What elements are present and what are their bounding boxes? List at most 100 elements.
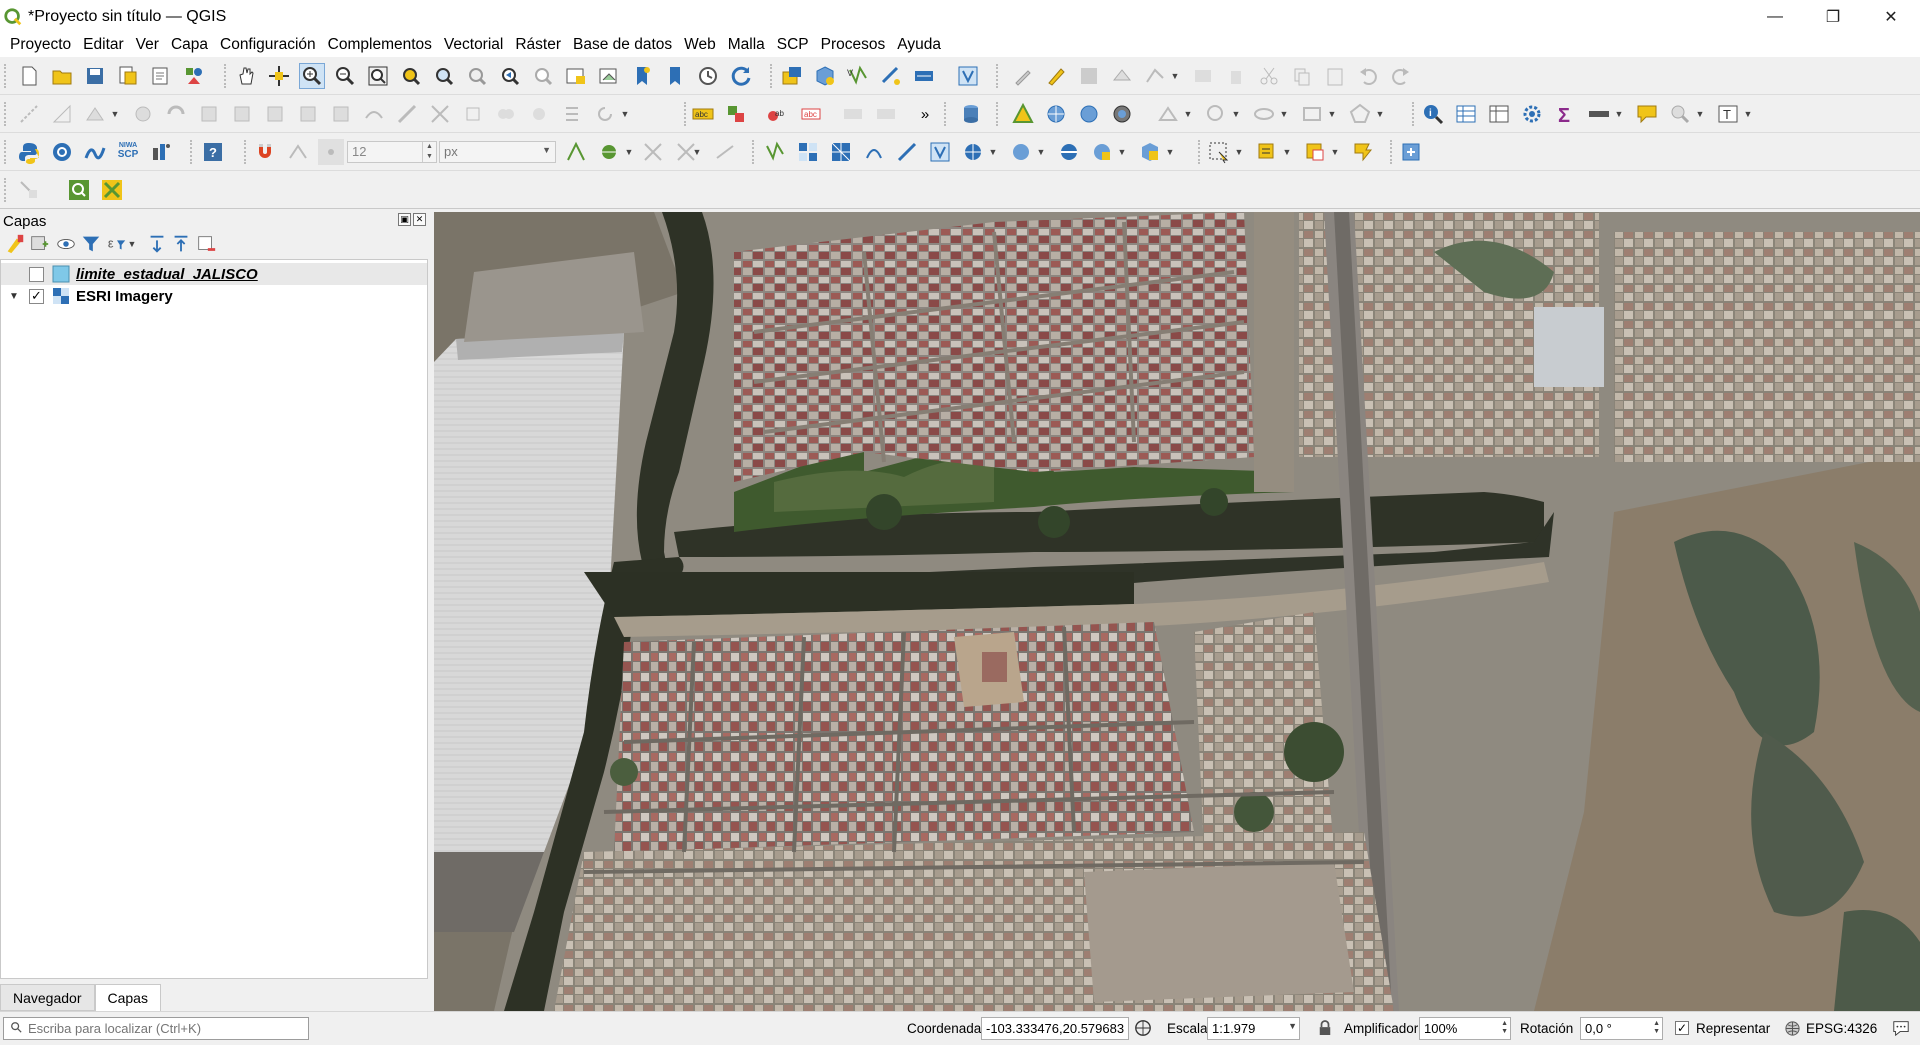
menu-vectorial[interactable]: Vectorial bbox=[438, 36, 509, 54]
plugin-manager-icon[interactable] bbox=[1398, 139, 1424, 165]
toolbar-grip[interactable] bbox=[244, 140, 248, 164]
zoom-full-icon[interactable] bbox=[365, 63, 391, 89]
collapse-arrow-icon[interactable]: ▼ bbox=[7, 291, 21, 302]
wfs-layer-icon[interactable] bbox=[1076, 101, 1102, 127]
add-ellipse-icon[interactable] bbox=[1251, 101, 1277, 127]
cut-features-icon[interactable] bbox=[1256, 63, 1282, 89]
add-feature-icon[interactable] bbox=[1109, 63, 1135, 89]
reshape-icon[interactable] bbox=[295, 101, 321, 127]
zoom-out-icon[interactable] bbox=[332, 63, 358, 89]
new-3d-map-view-icon[interactable] bbox=[596, 63, 622, 89]
digitize-icon[interactable] bbox=[16, 101, 42, 127]
menu-capa[interactable]: Capa bbox=[165, 36, 214, 54]
rotate-feature-icon[interactable] bbox=[592, 101, 618, 127]
save-project-icon[interactable] bbox=[82, 63, 108, 89]
field-calculator-icon[interactable] bbox=[1486, 101, 1512, 127]
niwa-scp-icon[interactable]: NIWA SCP bbox=[115, 137, 141, 163]
add-wfs-dropdown[interactable]: ▼ bbox=[1036, 139, 1046, 165]
reverse-line-icon[interactable] bbox=[361, 101, 387, 127]
trim-extend-icon[interactable] bbox=[394, 101, 420, 127]
add-circle-dropdown[interactable]: ▼ bbox=[1231, 101, 1241, 127]
add-xyz-layer-icon[interactable] bbox=[1089, 139, 1115, 165]
snapping-intersection-icon[interactable] bbox=[596, 139, 622, 165]
modify-attributes-icon[interactable] bbox=[1190, 63, 1216, 89]
show-bookmarks-icon[interactable] bbox=[662, 63, 688, 89]
close-panel-button[interactable]: ✕ bbox=[413, 213, 426, 226]
snapping-tolerance-spinner[interactable]: ▲ ▼ bbox=[422, 142, 436, 162]
offset-curve-icon[interactable] bbox=[328, 101, 354, 127]
undo-icon[interactable] bbox=[1355, 63, 1381, 89]
shape-digitizing-icon[interactable] bbox=[1155, 101, 1181, 127]
add-rectangle-dropdown[interactable]: ▼ bbox=[1327, 101, 1337, 127]
layer-item-limite-estadual[interactable]: limite_estadual_JALISCO bbox=[1, 263, 427, 285]
toolbar-grip[interactable] bbox=[684, 102, 688, 126]
add-delimited-text-layer-icon[interactable] bbox=[861, 139, 887, 165]
diagram-options-icon[interactable] bbox=[723, 101, 749, 127]
select-features-dropdown[interactable]: ▼ bbox=[1234, 139, 1244, 165]
topological-editing-icon[interactable] bbox=[563, 139, 589, 165]
toolbar-grip[interactable] bbox=[770, 64, 774, 88]
map-tips-icon[interactable] bbox=[1634, 101, 1660, 127]
messages-icon[interactable] bbox=[1892, 1019, 1910, 1040]
toolbar-grip[interactable] bbox=[944, 102, 948, 126]
menu-ayuda[interactable]: Ayuda bbox=[891, 36, 947, 54]
pan-to-selection-icon[interactable] bbox=[266, 63, 292, 89]
identify-features-icon[interactable]: i bbox=[1420, 101, 1446, 127]
restore-button[interactable]: ❐ bbox=[1804, 0, 1862, 33]
add-wms-layer-icon[interactable] bbox=[960, 139, 986, 165]
toolbar-grip[interactable] bbox=[190, 140, 194, 164]
add-arcgis-layer-icon[interactable] bbox=[1137, 139, 1163, 165]
processing-toolbox-icon[interactable] bbox=[1519, 101, 1545, 127]
deselect-all-icon[interactable] bbox=[1302, 139, 1328, 165]
toolbar-grip[interactable] bbox=[4, 140, 8, 164]
save-layer-edits-icon[interactable] bbox=[1076, 63, 1102, 89]
add-raster-layer-icon[interactable] bbox=[795, 139, 821, 165]
merge-features-icon[interactable] bbox=[493, 101, 519, 127]
refresh-icon[interactable] bbox=[728, 63, 754, 89]
merge-attributes-icon[interactable] bbox=[526, 101, 552, 127]
layer-visibility-checkbox[interactable] bbox=[29, 266, 44, 282]
statistical-summary-icon[interactable]: Σ bbox=[1552, 101, 1578, 127]
new-map-view-icon[interactable] bbox=[563, 63, 589, 89]
toolbar-grip[interactable] bbox=[1412, 102, 1416, 126]
filter-by-expression-dropdown[interactable]: ▼ bbox=[127, 233, 137, 255]
style-manager-icon[interactable] bbox=[181, 63, 207, 89]
filter-legend-icon[interactable] bbox=[80, 233, 102, 255]
text-annotation-icon[interactable]: T bbox=[1715, 101, 1741, 127]
new-shapefile-layer-icon[interactable]: V bbox=[845, 63, 871, 89]
measure-line-dropdown[interactable]: ▼ bbox=[1614, 101, 1624, 127]
select-by-value-dropdown[interactable]: ▼ bbox=[1282, 139, 1292, 165]
select-features-icon[interactable] bbox=[1206, 139, 1232, 165]
tab-navegador[interactable]: Navegador bbox=[0, 984, 95, 1011]
add-wms-dropdown[interactable]: ▼ bbox=[988, 139, 998, 165]
snapping-intersection-dropdown[interactable]: ▼ bbox=[624, 139, 634, 165]
advanced-digitizing-icon[interactable] bbox=[82, 101, 108, 127]
toolbar-grip[interactable] bbox=[224, 64, 228, 88]
snapping-type-icon[interactable] bbox=[318, 139, 344, 165]
more-tools-icon[interactable]: » bbox=[912, 101, 938, 127]
zoom-in-icon[interactable] bbox=[299, 63, 325, 89]
locator-input[interactable] bbox=[28, 1021, 298, 1036]
add-regular-polygon-icon[interactable] bbox=[1347, 101, 1373, 127]
toolbar-grip[interactable] bbox=[752, 140, 756, 164]
current-edits-icon[interactable] bbox=[1010, 63, 1036, 89]
magnifier-spinner[interactable]: ▲ ▼ bbox=[1501, 1020, 1508, 1036]
text-annotation-dropdown[interactable]: ▼ bbox=[1743, 101, 1753, 127]
vertex-tool-dropdown[interactable]: ▼ bbox=[1170, 63, 1180, 89]
zoom-to-layer-icon[interactable] bbox=[431, 63, 457, 89]
rotate-feature-dropdown[interactable]: ▼ bbox=[620, 101, 630, 127]
add-wfs-layer-icon[interactable] bbox=[1008, 139, 1034, 165]
redo-icon[interactable] bbox=[1388, 63, 1414, 89]
menu-editar[interactable]: Editar bbox=[77, 36, 130, 54]
snapping-tolerance-input[interactable]: 12 ▲ ▼ bbox=[347, 141, 437, 163]
coordinate-input[interactable]: -103.333476,20.579683 bbox=[981, 1017, 1129, 1040]
zoom-next-icon[interactable] bbox=[530, 63, 556, 89]
pin-unpin-labels-icon[interactable]: abc bbox=[798, 101, 824, 127]
menu-scp[interactable]: SCP bbox=[771, 36, 815, 54]
map-canvas[interactable] bbox=[434, 212, 1920, 1011]
toolbar-grip[interactable] bbox=[1390, 140, 1394, 164]
manage-map-themes-icon[interactable] bbox=[55, 233, 77, 255]
tab-capas[interactable]: Capas bbox=[94, 984, 161, 1011]
advanced-digitizing-dropdown[interactable]: ▼ bbox=[110, 101, 120, 127]
tracing-dropdown[interactable]: ▼ bbox=[692, 139, 702, 165]
